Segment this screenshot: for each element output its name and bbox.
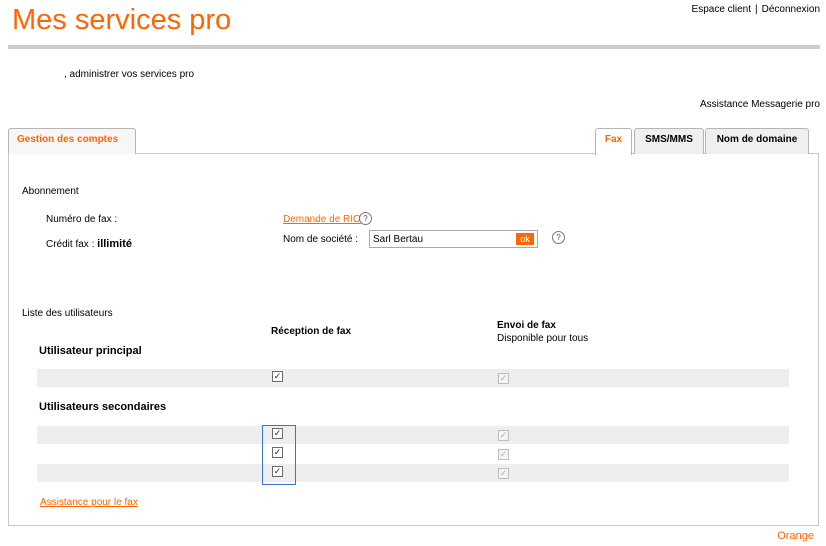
top-links: Espace client | Déconnexion [692, 4, 820, 15]
tab-fax[interactable]: Fax [595, 128, 632, 155]
envoi-column-header: Envoi de fax [497, 320, 556, 331]
abonnement-title: Abonnement [22, 186, 79, 197]
greeting-text: , administrer vos services pro [64, 69, 195, 80]
envoi-column-subheader: Disponible pour tous [497, 333, 589, 344]
ok-button[interactable]: ok [516, 233, 534, 245]
assistance-messagerie-area: Assistance Messagerie pro [700, 99, 820, 110]
top-links-separator: | [755, 4, 758, 15]
secondary-user-row-1 [37, 426, 789, 444]
secondary-user-row-3 [37, 464, 789, 482]
secondary-3-envoi-checkbox: ✓ [498, 468, 509, 479]
espace-client-link[interactable]: Espace client [692, 4, 751, 15]
company-name-input[interactable] [373, 232, 513, 246]
secondary-user-row-2 [37, 445, 789, 463]
principal-envoi-checkbox: ✓ [498, 373, 509, 384]
footer-orange-link[interactable]: Orange [777, 530, 814, 542]
principal-user-row [37, 369, 789, 387]
secondary-users-heading: Utilisateurs secondaires [39, 401, 167, 413]
tab-gestion-des-comptes[interactable]: Gestion des comptes [8, 128, 136, 154]
help-rio-icon[interactable]: ? [359, 212, 372, 225]
company-field-wrapper: ok [369, 230, 538, 248]
tab-sms-mms[interactable]: SMS/MMS [634, 128, 704, 154]
tab-nom-de-domaine[interactable]: Nom de domaine [705, 128, 809, 154]
page-title: Mes services pro [12, 4, 232, 36]
principal-reception-checkbox[interactable]: ✓ [272, 371, 283, 382]
secondary-1-envoi-checkbox: ✓ [498, 430, 509, 441]
assistance-fax-link[interactable]: Assistance pour le fax [40, 497, 138, 508]
demande-rio-link[interactable]: Demande de RIO [283, 214, 361, 225]
header-divider [8, 45, 820, 49]
assistance-messagerie-link[interactable]: Assistance Messagerie pro [700, 99, 820, 110]
help-societe-icon[interactable]: ? [552, 231, 565, 244]
users-list-title: Liste des utilisateurs [22, 308, 113, 319]
credit-fax-value: illimité [97, 238, 132, 250]
credit-fax-label: Crédit fax : illimité [46, 238, 132, 250]
reception-checkbox-focus-frame [262, 425, 296, 485]
reception-column-header: Réception de fax [271, 326, 352, 337]
nom-societe-label: Nom de société : [283, 234, 359, 245]
secondary-2-envoi-checkbox: ✓ [498, 449, 509, 460]
deconnexion-link[interactable]: Déconnexion [762, 4, 820, 15]
numero-fax-label: Numéro de fax : [46, 214, 118, 225]
credit-fax-label-text: Crédit fax : [46, 239, 95, 250]
principal-user-heading: Utilisateur principal [39, 345, 142, 357]
